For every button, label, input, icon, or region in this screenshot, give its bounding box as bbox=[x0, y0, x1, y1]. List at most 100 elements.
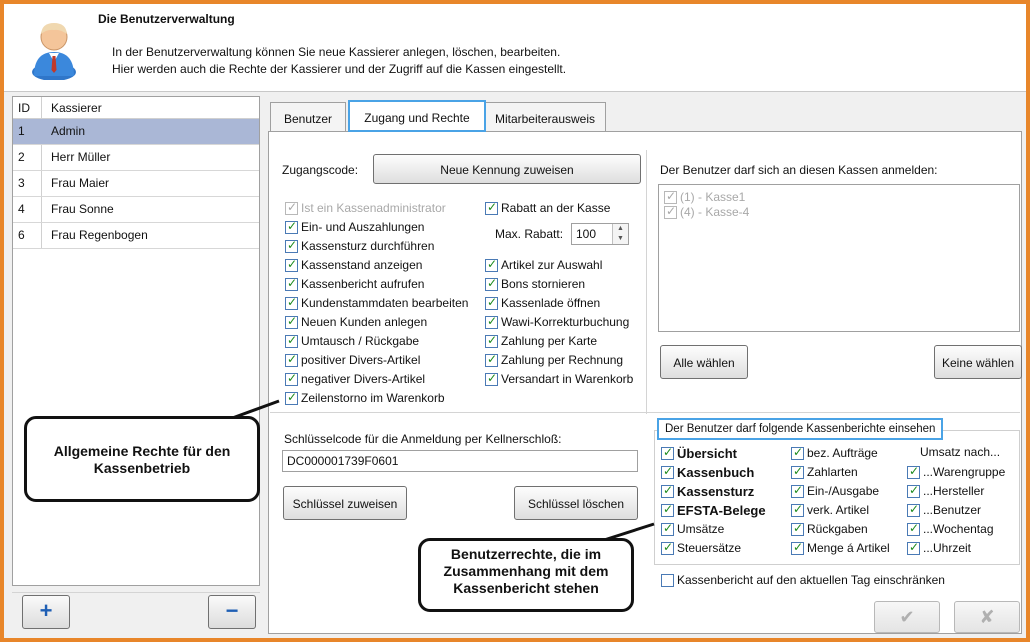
checkbox-label: Rabatt an der Kasse bbox=[501, 201, 611, 215]
umsatz-nach-label: Umsatz nach... bbox=[920, 445, 1001, 459]
checkbox-label: Kundenstammdaten bearbeiten bbox=[301, 296, 469, 310]
user-avatar-icon bbox=[32, 23, 76, 80]
cancel-button[interactable]: ✘ bbox=[954, 601, 1020, 633]
checkbox-box bbox=[661, 574, 674, 587]
kassen-label: Der Benutzer darf sich an diesen Kassen … bbox=[660, 163, 938, 177]
cashier-name: Herr Müller bbox=[51, 150, 111, 164]
checkbox-box bbox=[907, 464, 920, 479]
column-cashier[interactable]: Kassierer bbox=[51, 101, 102, 115]
divider bbox=[12, 592, 260, 593]
new-id-button[interactable]: Neue Kennung zuweisen bbox=[373, 154, 641, 184]
remove-user-button[interactable]: − bbox=[208, 595, 256, 629]
checkbox-box bbox=[285, 257, 298, 272]
checkbox-box bbox=[661, 483, 674, 498]
max-discount-spinner[interactable]: 100 ▲ ▼ bbox=[571, 223, 629, 245]
checkbox-box bbox=[485, 314, 498, 329]
checkbox-box bbox=[285, 219, 298, 234]
cashier-id: 2 bbox=[18, 150, 25, 164]
kassen-list[interactable]: (1) - Kasse1 (4) - Kasse-4 bbox=[658, 184, 1020, 332]
checkbox-label: Zahlung per Rechnung bbox=[501, 353, 624, 367]
tab-zugang-und-rechte[interactable]: Zugang und Rechte bbox=[348, 100, 486, 132]
checkbox-box bbox=[485, 295, 498, 310]
minus-icon: − bbox=[225, 598, 239, 623]
checkbox-label: Menge á Artikel bbox=[807, 541, 890, 555]
checkbox-label: Versandart in Warenkorb bbox=[501, 372, 634, 386]
checkbox-label: Übersicht bbox=[677, 446, 737, 461]
tab-label: Benutzer bbox=[283, 112, 333, 126]
tab-mitarbeiterausweis[interactable]: Mitarbeiterausweis bbox=[484, 102, 606, 133]
checkbox-box bbox=[661, 502, 674, 517]
checkbox-label: Kassensturz durchführen bbox=[301, 239, 435, 253]
max-discount-value[interactable]: 100 bbox=[576, 227, 596, 241]
tab-benutzer[interactable]: Benutzer bbox=[270, 102, 346, 133]
checkbox-label: positiver Divers-Artikel bbox=[301, 353, 421, 367]
cashier-list[interactable]: ID Kassierer 1 Admin 2 Herr Müller 3 Fra… bbox=[12, 96, 260, 586]
select-all-button[interactable]: Alle wählen bbox=[660, 345, 748, 379]
kasse-label: (4) - Kasse-4 bbox=[680, 205, 750, 219]
checkbox-box bbox=[285, 390, 298, 405]
checkbox-box bbox=[285, 200, 298, 215]
cross-icon: ✘ bbox=[979, 607, 995, 627]
cashier-row[interactable]: 1 Admin bbox=[13, 119, 259, 145]
cashier-id: 3 bbox=[18, 176, 25, 190]
header-title: Die Benutzerverwaltung bbox=[98, 12, 235, 26]
checkbox-box bbox=[907, 521, 920, 536]
cashier-row[interactable]: 4 Frau Sonne bbox=[13, 197, 259, 223]
column-id[interactable]: ID bbox=[18, 101, 30, 115]
checkbox-box bbox=[664, 204, 677, 219]
checkbox-label: Kassenbericht auf den aktuellen Tag eins… bbox=[677, 573, 945, 587]
checkbox-box bbox=[664, 189, 677, 204]
checkbox-box bbox=[661, 445, 674, 460]
tab-label: Mitarbeiterausweis bbox=[494, 112, 596, 126]
select-none-button[interactable]: Keine wählen bbox=[934, 345, 1022, 379]
add-user-button[interactable]: + bbox=[22, 595, 70, 629]
header-description-line2: Hier werden auch die Rechte der Kassiere… bbox=[112, 62, 567, 76]
horizontal-divider bbox=[270, 412, 1020, 413]
checkbox-label: Wawi-Korrekturbuchung bbox=[501, 315, 630, 329]
checkbox-label: Ein-/Ausgabe bbox=[807, 484, 880, 498]
checkbox-box bbox=[791, 521, 804, 536]
cashier-id: 6 bbox=[18, 228, 25, 242]
callout-report-rights: Benutzerrechte, die im Zusammenhang mit … bbox=[418, 538, 634, 612]
cashier-name: Frau Regenbogen bbox=[51, 228, 148, 242]
checkbox-box bbox=[485, 371, 498, 386]
checkbox-label: Kassenlade öffnen bbox=[501, 296, 601, 310]
cashier-row[interactable]: 3 Frau Maier bbox=[13, 171, 259, 197]
checkbox-label: Ist ein Kassenadministrator bbox=[301, 201, 446, 215]
checkbox-box bbox=[285, 314, 298, 329]
checkbox-box bbox=[791, 483, 804, 498]
reports-group-title: Der Benutzer darf folgende Kassenbericht… bbox=[657, 418, 944, 440]
cashier-row[interactable]: 6 Frau Regenbogen bbox=[13, 223, 259, 249]
cashier-name: Frau Sonne bbox=[51, 202, 114, 216]
checkbox-box bbox=[285, 238, 298, 253]
checkbox-box bbox=[485, 352, 498, 367]
checkbox-label: ...Uhrzeit bbox=[923, 541, 972, 555]
checkbox-label: Kassenbuch bbox=[677, 465, 755, 480]
cashier-list-header: ID Kassierer bbox=[13, 97, 259, 119]
checkbox-label: Umtausch / Rückgabe bbox=[301, 334, 420, 348]
cashier-row[interactable]: 2 Herr Müller bbox=[13, 145, 259, 171]
checkbox-label: bez. Aufträge bbox=[807, 446, 878, 460]
checkbox-label: Kassensturz bbox=[677, 484, 755, 499]
delete-key-button[interactable]: Schlüssel löschen bbox=[514, 486, 638, 520]
checkbox-box bbox=[285, 333, 298, 348]
checkbox-box bbox=[285, 295, 298, 310]
checkbox-label: Kassenbericht aufrufen bbox=[301, 277, 425, 291]
cashier-id: 1 bbox=[18, 124, 25, 138]
keycode-label: Schlüsselcode für die Anmeldung per Kell… bbox=[284, 432, 562, 446]
checkbox-label: EFSTA-Belege bbox=[677, 503, 766, 518]
spinner-arrows-icon[interactable]: ▲ ▼ bbox=[612, 224, 628, 244]
save-button[interactable]: ✔ bbox=[874, 601, 940, 633]
keycode-input[interactable]: DC000001739F0601 bbox=[282, 450, 638, 472]
assign-key-button[interactable]: Schlüssel zuweisen bbox=[283, 486, 407, 520]
checkbox-label: ...Warengruppe bbox=[923, 465, 1006, 479]
header: Die Benutzerverwaltung In der Benutzerve… bbox=[4, 4, 1026, 92]
checkbox-label: Rückgaben bbox=[807, 522, 868, 536]
checkbox-label: Zeilenstorno im Warenkorb bbox=[301, 391, 445, 405]
checkbox-label: Umsätze bbox=[677, 522, 725, 536]
checkbox-box bbox=[485, 333, 498, 348]
checkbox-box bbox=[285, 276, 298, 291]
tab-label: Zugang und Rechte bbox=[364, 111, 470, 125]
cashier-name: Frau Maier bbox=[51, 176, 110, 190]
checkbox-box bbox=[285, 371, 298, 386]
